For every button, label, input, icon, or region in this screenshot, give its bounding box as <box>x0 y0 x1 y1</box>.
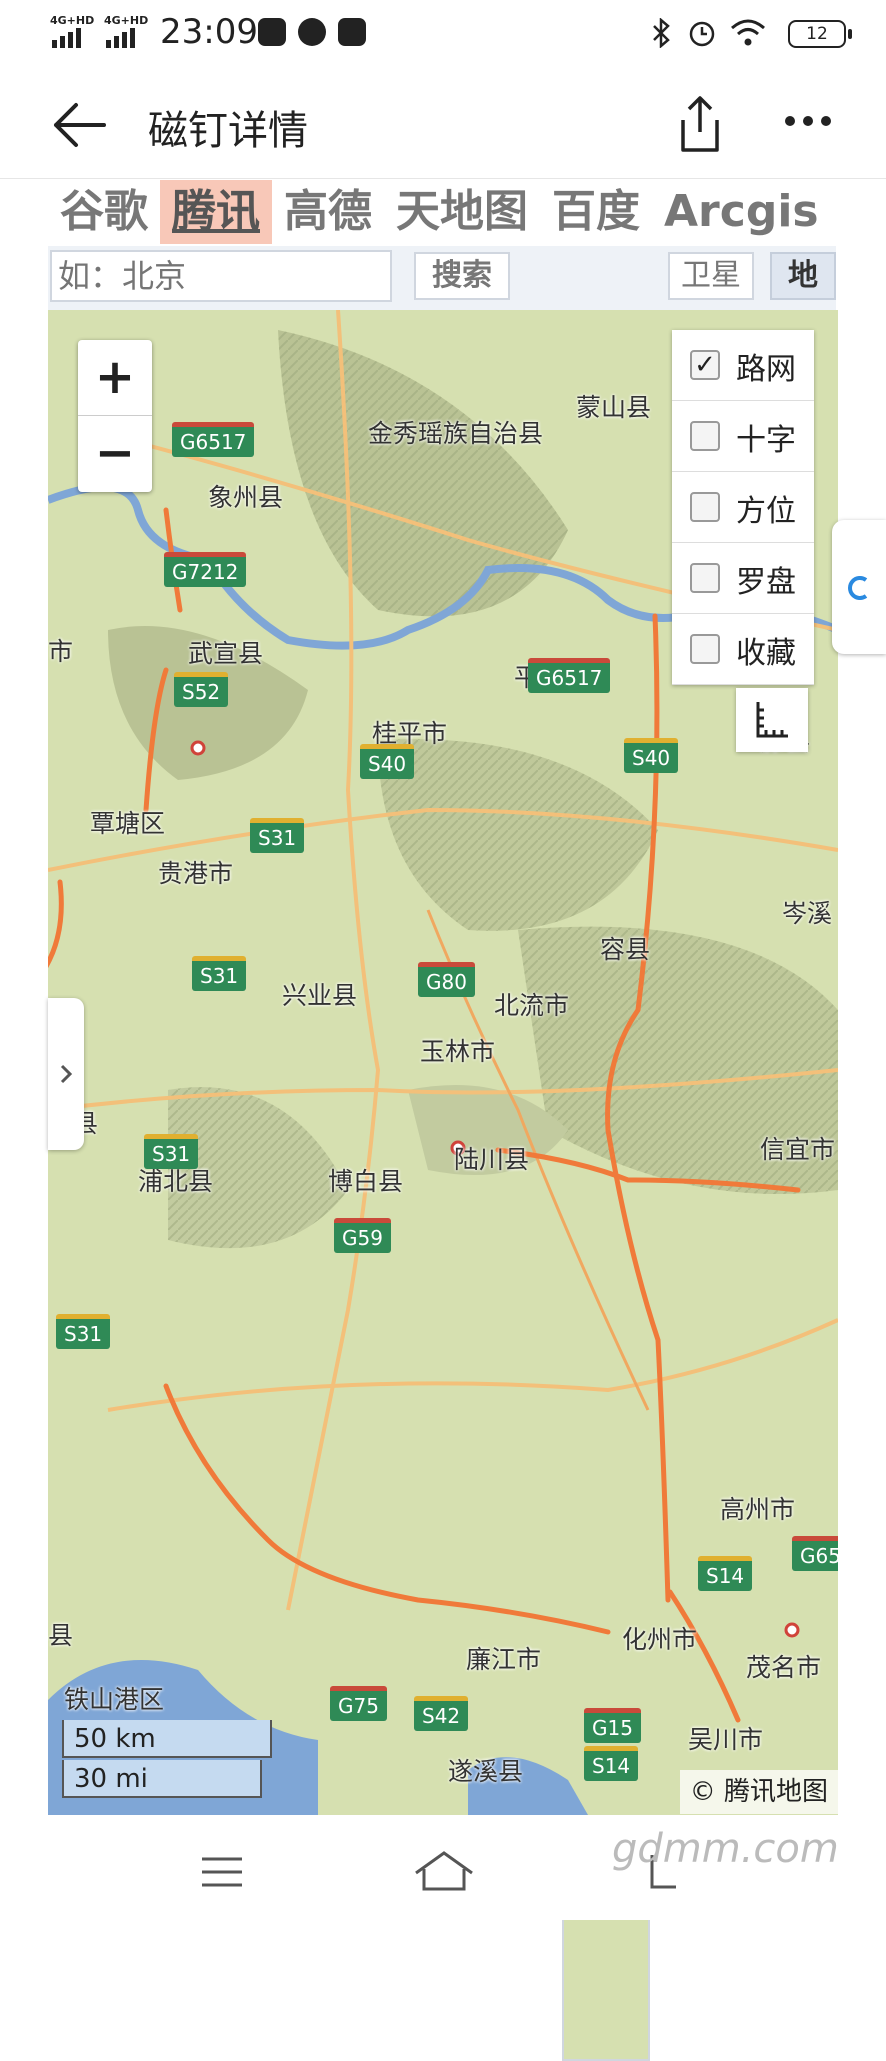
checkbox-icon[interactable] <box>690 421 720 451</box>
road-shield: G65 <box>792 1536 838 1571</box>
status-bar: 4G+HD 4G+HD 23:09 12 <box>0 0 886 70</box>
tab-arcgis[interactable]: Arcgis <box>652 180 831 244</box>
tab-tencent[interactable]: 腾讯 <box>160 180 272 244</box>
layer-panel: ✓ 路网 十字 方位 罗盘 收藏 <box>672 330 814 685</box>
place-label: 信宜市 <box>760 1135 836 1164</box>
zoom-out-button[interactable]: − <box>78 416 152 491</box>
page-title: 磁钉详情 <box>148 108 308 154</box>
checkbox-checked-icon[interactable]: ✓ <box>690 350 720 380</box>
place-label: 容县 <box>600 935 651 964</box>
place-label: 陆川县 <box>454 1145 530 1174</box>
place-label: 吴川市 <box>688 1725 764 1754</box>
city-marker <box>190 740 206 756</box>
checkbox-icon[interactable] <box>690 634 720 664</box>
place-label: 贵港市 <box>158 859 234 888</box>
title-bar: 磁钉详情 <box>0 70 886 179</box>
place-label: 象州县 <box>208 483 284 512</box>
road-shield: G6517 <box>172 422 255 457</box>
left-drawer-handle[interactable] <box>48 998 84 1150</box>
layer-roadnet[interactable]: ✓ 路网 <box>672 330 814 401</box>
watermark: gdmm.com <box>612 1826 839 1872</box>
signal-2-icon: 4G+HD <box>104 14 148 48</box>
road-shield: S31 <box>250 818 305 853</box>
layer-crosshair[interactable]: 十字 <box>672 401 814 472</box>
home-icon[interactable] <box>412 1849 476 1893</box>
road-shield: S40 <box>360 744 415 779</box>
map-view[interactable]: 蒙山县 金秀瑶族自治县 象州县 武宣县 平南县 桂平市 藤县 覃塘区 贵港市 岑… <box>48 310 838 1815</box>
layer-favorites[interactable]: 收藏 <box>672 614 814 685</box>
player-app-icon <box>258 18 286 46</box>
place-label: 兴业县 <box>282 981 358 1010</box>
road-shield: G80 <box>418 962 475 997</box>
map-type-terrain-button[interactable]: 地 <box>770 252 836 300</box>
chevron-right-icon <box>60 1064 73 1084</box>
road-shield: G6517 <box>528 658 611 693</box>
status-time: 23:09 <box>160 12 258 52</box>
place-label: 铁山港区 <box>64 1685 165 1714</box>
tab-tianditu[interactable]: 天地图 <box>384 180 540 244</box>
place-label: 蒙山县 <box>576 393 652 422</box>
map-type-satellite-button[interactable]: 卫星 <box>668 252 754 300</box>
checkbox-icon[interactable] <box>690 563 720 593</box>
place-label: 高州市 <box>720 1495 796 1524</box>
place-label: 廉江市 <box>466 1645 542 1674</box>
map-copyright: © 腾讯地图 <box>679 1770 838 1814</box>
layer-compass[interactable]: 罗盘 <box>672 543 814 614</box>
road-shield: S14 <box>698 1556 753 1591</box>
back-arrow-icon[interactable] <box>50 100 110 150</box>
battery-icon: 12 <box>788 20 852 48</box>
search-input[interactable] <box>50 250 392 302</box>
road-shield: S31 <box>56 1314 111 1349</box>
wifi-icon <box>731 19 765 46</box>
more-options-icon[interactable] <box>785 116 831 128</box>
scale-bar: 50 km 30 mi <box>62 1720 272 1798</box>
road-shield: G15 <box>584 1708 641 1743</box>
share-icon[interactable] <box>675 94 725 154</box>
floating-assistant-button[interactable] <box>832 520 886 654</box>
ruler-icon <box>756 702 788 738</box>
road-shield: S52 <box>174 672 229 707</box>
measure-ruler-button[interactable] <box>736 688 808 752</box>
place-label: 市 <box>48 637 74 666</box>
place-label: 遂溪县 <box>448 1757 524 1786</box>
place-label: 北流市 <box>494 991 570 1020</box>
place-label: 县 <box>48 1621 74 1650</box>
search-bar: 搜索 地图 卫星 地 <box>48 246 836 2061</box>
bluetooth-icon <box>653 18 670 48</box>
menu-icon[interactable] <box>200 1855 244 1889</box>
road-shield: S42 <box>414 1696 469 1731</box>
city-marker <box>784 1622 800 1638</box>
assistant-icon <box>848 576 868 600</box>
road-shield: S31 <box>144 1134 199 1169</box>
road-shield: S14 <box>584 1746 639 1781</box>
place-label: 覃塘区 <box>90 809 166 838</box>
road-shield: S40 <box>624 738 679 773</box>
zoom-in-button[interactable]: + <box>78 340 152 416</box>
road-shield: G59 <box>334 1218 391 1253</box>
layer-orientation[interactable]: 方位 <box>672 472 814 543</box>
checkbox-icon[interactable] <box>690 492 720 522</box>
road-shield: G7212 <box>164 552 247 587</box>
place-label: 玉林市 <box>420 1037 496 1066</box>
tab-google[interactable]: 谷歌 <box>48 180 160 244</box>
tab-baidu[interactable]: 百度 <box>540 180 652 244</box>
scale-mi: 30 mi <box>62 1760 262 1798</box>
place-label: 茂名市 <box>746 1653 822 1682</box>
place-label: 岑溪 <box>782 899 833 928</box>
scale-km: 50 km <box>62 1720 272 1758</box>
message-app-icon <box>338 18 366 46</box>
place-label: 金秀瑶族自治县 <box>368 419 544 448</box>
alarm-icon <box>689 21 715 47</box>
signal-1-icon: 4G+HD <box>50 14 94 48</box>
wechat-icon <box>298 18 326 46</box>
road-shield: G75 <box>330 1686 387 1721</box>
place-label: 武宣县 <box>188 639 264 668</box>
map-provider-tabs: 谷歌 腾讯 高德 天地图 百度 Arcgis <box>48 180 836 244</box>
zoom-control: + − <box>78 340 152 492</box>
road-shield: S31 <box>192 956 247 991</box>
tab-gaode[interactable]: 高德 <box>272 180 384 244</box>
place-label: 化州市 <box>622 1625 698 1654</box>
search-button[interactable]: 搜索 <box>414 252 510 300</box>
place-label: 博白县 <box>328 1167 404 1196</box>
